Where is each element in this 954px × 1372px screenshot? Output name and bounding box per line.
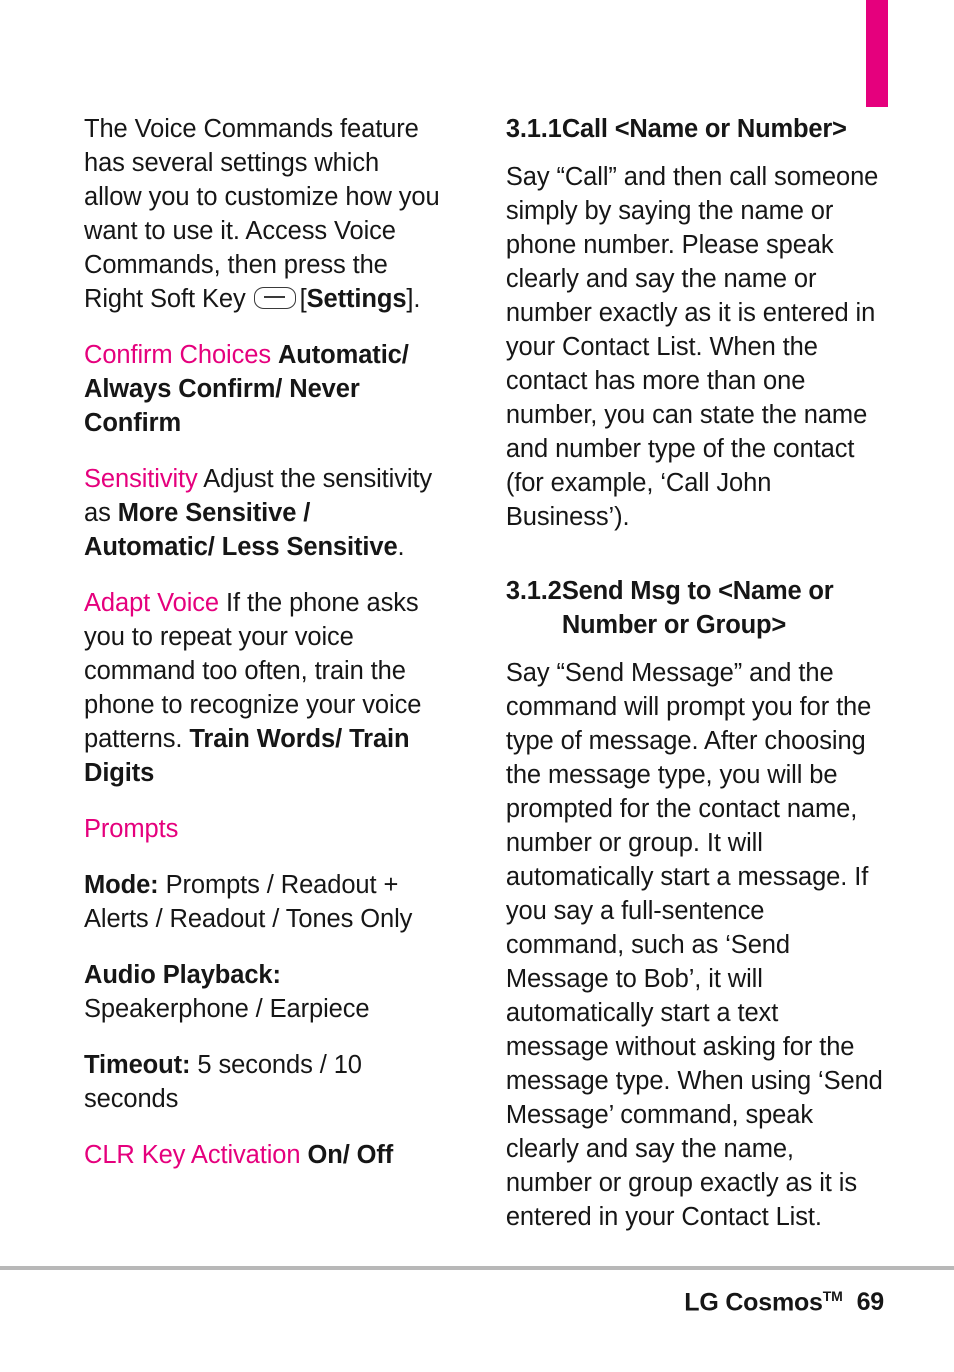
- setting-term-clr-key-activation: CLR Key Activation: [84, 1141, 301, 1169]
- setting-term-adapt-voice: Adapt Voice: [84, 589, 220, 617]
- setting-prompts: Prompts: [84, 812, 440, 846]
- setting-adapt-voice: Adapt Voice If the phone asks you to rep…: [84, 586, 440, 790]
- setting-term-prompts: Prompts: [84, 815, 179, 843]
- setting-values-clr-key-activation: On/ Off: [307, 1141, 394, 1169]
- body-3-1-2: Say “Send Message” and the command will …: [505, 659, 883, 1231]
- prompt-option-label-audio-playback: Audio Playback:: [84, 961, 281, 989]
- prompt-option-mode: Mode: Prompts / Readout + Alerts / Reado…: [84, 868, 440, 936]
- two-column-body: The Voice Commands feature has several s…: [84, 112, 884, 1254]
- footer-brand: LG Cosmos: [684, 1288, 823, 1317]
- page-corner-tab: [866, 0, 888, 107]
- intro-bracket-open: [: [299, 285, 307, 313]
- heading-number-3-1-2: 3.1.2: [505, 577, 562, 605]
- intro-settings-label: Settings: [306, 285, 407, 313]
- prompt-option-label-timeout: Timeout:: [84, 1051, 191, 1079]
- setting-sensitivity-period: .: [397, 533, 405, 561]
- prompt-option-label-mode: Mode:: [84, 871, 159, 899]
- soft-key-icon: [253, 287, 296, 310]
- heading-number-3-1-1: 3.1.1: [505, 115, 562, 143]
- footer-trademark: TM: [822, 1288, 843, 1304]
- prompt-option-audio-playback: Audio Playback: Speakerphone / Earpiece: [84, 958, 440, 1026]
- intro-text-part1: The Voice Commands feature has several s…: [84, 115, 440, 313]
- setting-term-confirm-choices: Confirm Choices: [84, 341, 271, 369]
- setting-term-sensitivity: Sensitivity: [84, 465, 198, 493]
- intro-paragraph: The Voice Commands feature has several s…: [84, 112, 440, 316]
- heading-title-3-1-2-line2: Number or Group>: [561, 611, 787, 639]
- setting-sensitivity: Sensitivity Adjust the sensitivity as Mo…: [84, 462, 440, 564]
- heading-title-3-1-2-line1: Send Msg to <Name or: [561, 577, 834, 605]
- footer-divider: [0, 1266, 954, 1270]
- prompt-option-timeout: Timeout: 5 seconds / 10 seconds: [84, 1048, 440, 1116]
- page-footer: LG CosmosTM 69: [0, 1288, 884, 1317]
- manual-page: The Voice Commands feature has several s…: [0, 0, 954, 1372]
- prompt-option-value-audio-playback: Speakerphone / Earpiece: [84, 995, 370, 1023]
- setting-clr-key-activation: CLR Key Activation On/ Off: [84, 1138, 440, 1172]
- left-column: The Voice Commands feature has several s…: [84, 112, 440, 1254]
- heading-3-1-1: 3.1.1Call <Name or Number>: [506, 112, 884, 146]
- intro-bracket-close: ].: [406, 285, 421, 313]
- page-number: 69: [856, 1288, 885, 1317]
- setting-values-sensitivity: More Sensitive / Automatic/ Less Sensiti…: [84, 499, 398, 561]
- right-column: 3.1.1Call <Name or Number> Say “Call” an…: [506, 112, 884, 1254]
- setting-confirm-choices: Confirm Choices Automatic/ Always Confir…: [84, 338, 440, 440]
- body-3-1-1: Say “Call” and then call someone simply …: [505, 163, 879, 531]
- heading-3-1-2: 3.1.2Send Msg to <Name or Number or Group…: [506, 574, 884, 642]
- heading-title-3-1-1: Call <Name or Number>: [561, 115, 847, 143]
